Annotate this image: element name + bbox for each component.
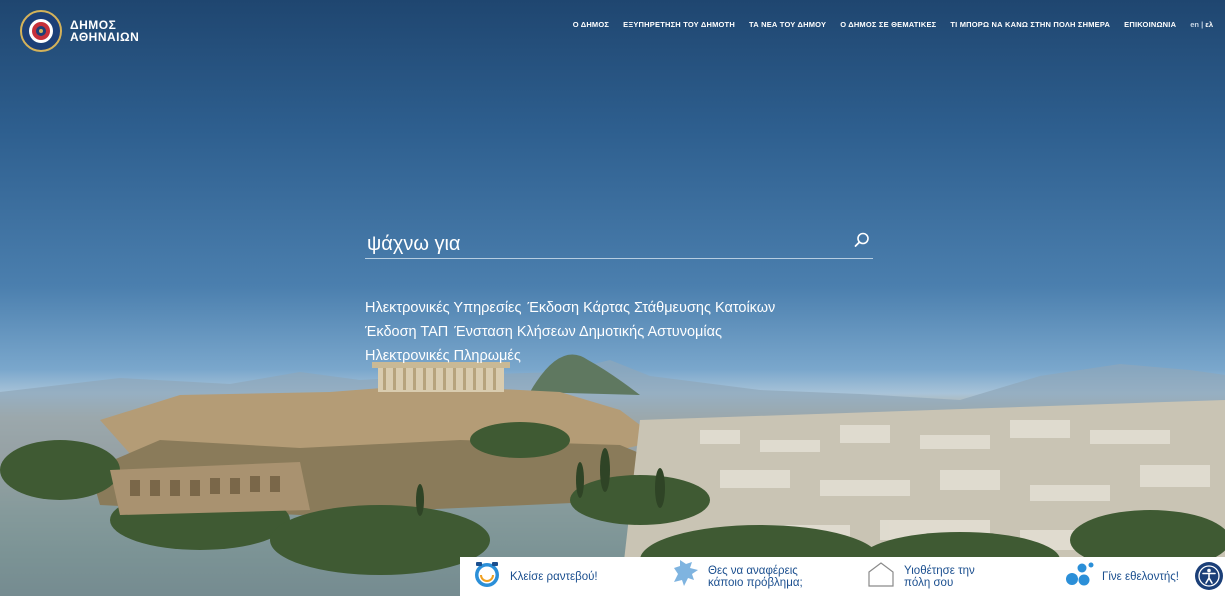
nav-item-what-to-do-today[interactable]: ΤΙ ΜΠΟΡΩ ΝΑ ΚΑΝΩ ΣΤΗΝ ΠΟΛΗ ΣΗΜΕΡΑ: [950, 20, 1110, 29]
quick-links: Ηλεκτρονικές Υπηρεσίες Έκδοση Κάρτας Στά…: [365, 296, 775, 368]
link-municipal-police-objection[interactable]: Ένσταση Κλήσεων Δημοτικής Αστυνομίας: [454, 324, 722, 340]
nav-item-contact[interactable]: ΕΠΙΚΟΙΝΩΝΙΑ: [1124, 20, 1176, 29]
accessibility-icon[interactable]: [1195, 562, 1223, 590]
search-input[interactable]: [365, 230, 849, 258]
appointment-button[interactable]: Κλείσε ραντεβού!: [472, 557, 598, 596]
adopt-city-label: Υιοθέτησε την πόλη σου: [904, 565, 975, 589]
appointment-label: Κλείσε ραντεβού!: [510, 570, 598, 583]
volunteer-button[interactable]: Γίνε εθελοντής!: [1064, 557, 1179, 596]
athens-emblem-icon: [20, 10, 62, 52]
alarm-clock-icon: [472, 559, 502, 594]
lang-separator: |: [1201, 20, 1204, 29]
house-outline-icon: [866, 560, 896, 593]
link-electronic-services[interactable]: Ηλεκτρονικές Υπηρεσίες: [365, 300, 522, 316]
adopt-city-button[interactable]: Υιοθέτησε την πόλη σου: [866, 557, 975, 596]
adopt-city-line-2: πόλη σου: [904, 576, 954, 589]
report-problem-line-1: Θες να αναφέρεις: [708, 564, 798, 577]
adopt-city-line-1: Υιοθέτησε την: [904, 564, 975, 577]
quick-links-row: Ηλεκτρονικές Υπηρεσίες Έκδοση Κάρτας Στά…: [365, 296, 775, 320]
lang-en-link[interactable]: en: [1190, 20, 1199, 29]
site-header: ΔΗΜΟΣ ΑΘΗΝΑΙΩΝ Ο ΔΗΜΟΣ ΕΞΥΠΗΡΕΤΗΣΗ ΤΟΥ Δ…: [0, 0, 1225, 56]
volunteer-label: Γίνε εθελοντής!: [1102, 570, 1180, 583]
search-icon[interactable]: [853, 231, 871, 254]
quick-actions-bar: Κλείσε ραντεβού! Θες να αναφέρεις κάποιο…: [460, 557, 1225, 596]
link-tap-issuance[interactable]: Έκδοση ΤΑΠ: [365, 324, 448, 340]
municipality-logo[interactable]: ΔΗΜΟΣ ΑΘΗΝΑΙΩΝ: [20, 10, 139, 52]
report-problem-button[interactable]: Θες να αναφέρεις κάποιο πρόβλημα;: [672, 557, 803, 596]
main-nav: Ο ΔΗΜΟΣ ΕΞΥΠΗΡΕΤΗΣΗ ΤΟΥ ΔΗΜΟΤΗ ΤΑ ΝΕΑ ΤΟ…: [573, 20, 1213, 29]
language-switcher: en | ελ: [1190, 20, 1213, 29]
attica-map-icon: [672, 558, 700, 595]
lang-el-link[interactable]: ελ: [1205, 20, 1213, 29]
nav-item-municipality[interactable]: Ο ΔΗΜΟΣ: [573, 20, 609, 29]
report-problem-label: Θες να αναφέρεις κάποιο πρόβλημα;: [708, 565, 803, 589]
search-bar: [365, 228, 873, 259]
quick-links-row: Έκδοση ΤΑΠ Ένσταση Κλήσεων Δημοτικής Αστ…: [365, 320, 775, 344]
volunteers-group-icon: [1064, 559, 1094, 594]
quick-links-row: Ηλεκτρονικές Πληρωμές: [365, 344, 775, 368]
link-resident-parking-card[interactable]: Έκδοση Κάρτας Στάθμευσης Κατοίκων: [528, 300, 776, 316]
nav-item-topics[interactable]: Ο ΔΗΜΟΣ ΣΕ ΘΕΜΑΤΙΚΕΣ: [840, 20, 936, 29]
link-electronic-payments[interactable]: Ηλεκτρονικές Πληρωμές: [365, 348, 521, 364]
nav-item-news[interactable]: ΤΑ ΝΕΑ ΤΟΥ ΔΗΜΟΥ: [749, 20, 826, 29]
logo-line-2: ΑΘΗΝΑΙΩΝ: [70, 30, 140, 44]
nav-item-citizen-services[interactable]: ΕΞΥΠΗΡΕΤΗΣΗ ΤΟΥ ΔΗΜΟΤΗ: [623, 20, 735, 29]
report-problem-line-2: κάποιο πρόβλημα;: [708, 576, 803, 589]
